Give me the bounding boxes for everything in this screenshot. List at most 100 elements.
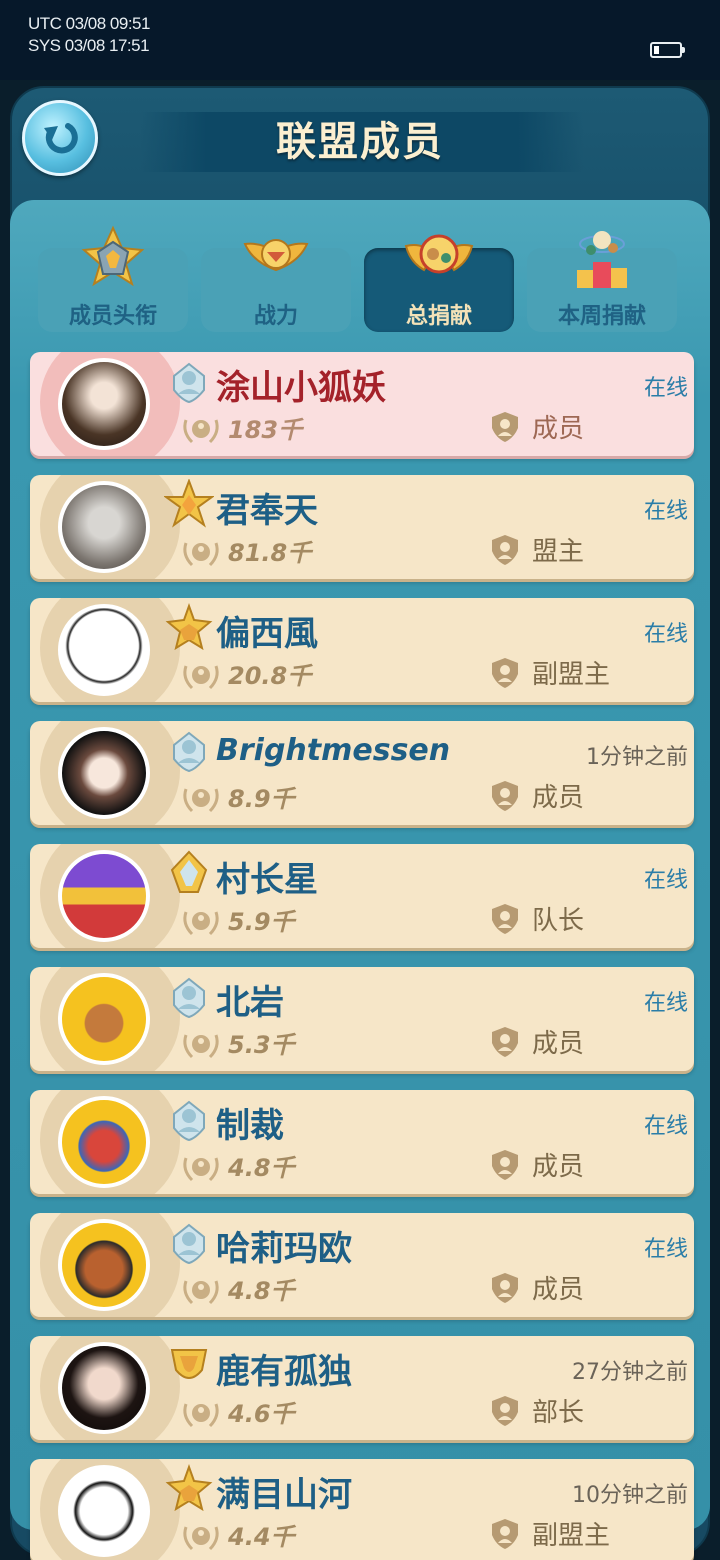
member-power: 183千 <box>228 416 303 444</box>
member-power: 4.8千 <box>228 1277 295 1305</box>
power-laurel-icon <box>183 542 219 567</box>
tab-member-title[interactable]: 成员头衔 <box>38 225 188 332</box>
podium-icon <box>577 231 627 288</box>
member-role: 副盟主 <box>532 1521 611 1551</box>
role-shield-icon <box>492 1150 518 1180</box>
member-row[interactable]: 村长星 在线 5.9千 队长 <box>30 844 694 948</box>
member-role: 成员 <box>532 1152 585 1182</box>
role-shield-icon <box>492 535 518 565</box>
member-role: 成员 <box>532 1029 585 1059</box>
member-role: 成员 <box>532 1275 585 1305</box>
battery-low-icon <box>650 42 685 58</box>
online-status: 在线 <box>643 376 688 401</box>
captain-rank-icon <box>170 850 208 893</box>
member-name: 村长星 <box>216 860 318 900</box>
avatar[interactable] <box>58 358 150 450</box>
member-name: 制裁 <box>216 1106 284 1146</box>
role-shield-icon <box>492 1396 518 1426</box>
role-shield-icon <box>492 904 518 934</box>
online-status: 在线 <box>643 622 688 647</box>
utc-time: UTC 03/08 09:51 <box>28 14 150 33</box>
member-role: 队长 <box>532 906 585 936</box>
member-rank-icon <box>173 1223 205 1265</box>
avatar[interactable] <box>58 604 150 696</box>
winged-orb-icon <box>404 234 474 274</box>
avatar[interactable] <box>58 1342 150 1434</box>
member-row[interactable]: 鹿有孤独 27分钟之前 4.6千 部长 <box>30 1336 694 1440</box>
vice-leader-star-icon <box>165 1464 213 1512</box>
vice-leader-star-icon <box>165 603 213 651</box>
member-name: 涂山小狐妖 <box>216 368 386 408</box>
member-power: 4.8千 <box>228 1154 295 1182</box>
power-laurel-icon <box>183 1403 219 1428</box>
avatar[interactable] <box>58 481 150 573</box>
member-name: 满目山河 <box>216 1475 352 1515</box>
member-role: 部长 <box>532 1398 585 1428</box>
member-role: 成员 <box>532 414 585 444</box>
member-rank-icon <box>173 731 205 773</box>
power-laurel-icon <box>183 1034 219 1059</box>
member-name: 哈莉玛欧 <box>216 1229 352 1269</box>
member-name: 北岩 <box>216 983 284 1023</box>
system-status-bar: UTC 03/08 09:51 SYS 03/08 17:51 <box>0 0 720 80</box>
role-shield-icon <box>492 1027 518 1057</box>
online-status: 在线 <box>643 1237 688 1262</box>
tab-label: 总捐献 <box>405 304 472 329</box>
member-role: 副盟主 <box>532 660 611 690</box>
tab-power[interactable]: 战力 <box>201 239 351 332</box>
member-power: 5.9千 <box>228 908 295 936</box>
member-row[interactable]: 制裁 在线 4.8千 成员 <box>30 1090 694 1194</box>
tab-label: 本周捐献 <box>557 304 646 329</box>
power-laurel-icon <box>183 911 219 936</box>
member-power: 4.4千 <box>228 1523 295 1551</box>
avatar[interactable] <box>58 1096 150 1188</box>
role-shield-icon <box>492 1519 518 1549</box>
power-laurel-icon <box>183 1157 219 1182</box>
winged-emblem-icon <box>243 239 309 272</box>
tab-weekly-donation[interactable]: 本周捐献 <box>527 231 677 332</box>
member-name: 鹿有孤独 <box>216 1352 352 1392</box>
member-role: 盟主 <box>532 537 585 567</box>
member-row[interactable]: Brightmessen 1分钟之前 8.9千 成员 <box>30 721 694 825</box>
role-shield-icon <box>492 781 518 811</box>
role-shield-icon <box>492 412 518 442</box>
member-name: Brightmessen <box>216 733 451 768</box>
avatar[interactable] <box>58 850 150 942</box>
member-row[interactable]: 涂山小狐妖 在线 183千 成员 <box>30 352 694 456</box>
member-row[interactable]: 哈莉玛欧 在线 4.8千 成员 <box>30 1213 694 1317</box>
member-row[interactable]: 满目山河 10分钟之前 4.4千 副盟主 <box>30 1459 694 1560</box>
power-laurel-icon <box>183 1280 219 1305</box>
online-status: 在线 <box>643 991 688 1016</box>
role-shield-icon <box>492 1273 518 1303</box>
member-row[interactable]: 北岩 在线 5.3千 成员 <box>30 967 694 1071</box>
online-status: 在线 <box>643 1114 688 1139</box>
member-rank-icon <box>173 977 205 1019</box>
power-laurel-icon <box>183 419 219 444</box>
tab-label: 成员头衔 <box>68 304 157 329</box>
member-name: 君奉天 <box>216 491 318 531</box>
member-power: 4.6千 <box>228 1400 295 1428</box>
avatar[interactable] <box>58 727 150 819</box>
page-title: 联盟成员 <box>276 119 444 165</box>
tab-label: 战力 <box>253 304 298 329</box>
member-row[interactable]: 偏西風 在线 20.8千 副盟主 <box>30 598 694 702</box>
avatar[interactable] <box>58 1219 150 1311</box>
minister-rank-icon <box>170 1349 208 1379</box>
member-rank-icon <box>173 1100 205 1142</box>
power-laurel-icon <box>183 788 219 813</box>
avatar[interactable] <box>58 1465 150 1557</box>
member-power: 20.8千 <box>228 662 312 690</box>
role-shield-icon <box>492 658 518 688</box>
online-status: 在线 <box>643 868 688 893</box>
online-status: 10分钟之前 <box>572 1483 688 1508</box>
member-power: 8.9千 <box>228 785 295 813</box>
sys-time: SYS 03/08 17:51 <box>28 36 150 55</box>
leader-star-icon <box>164 479 214 528</box>
member-power: 81.8千 <box>228 539 312 567</box>
power-laurel-icon <box>183 1526 219 1551</box>
member-power: 5.3千 <box>228 1031 295 1059</box>
member-row[interactable]: 君奉天 在线 81.8千 盟主 <box>30 475 694 579</box>
tab-total-donation[interactable]: 总捐献 <box>364 234 514 332</box>
power-laurel-icon <box>183 665 219 690</box>
avatar[interactable] <box>58 973 150 1065</box>
